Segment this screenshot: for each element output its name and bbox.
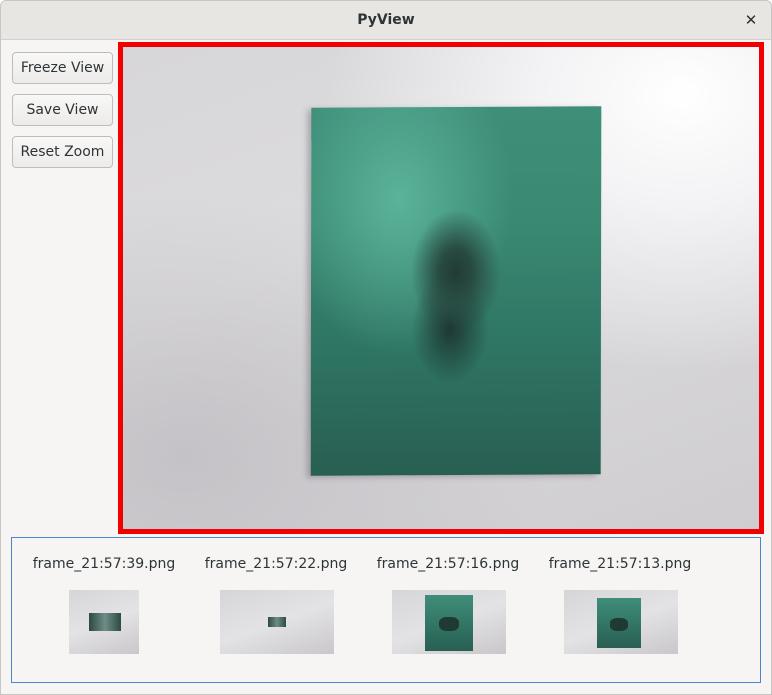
freeze-view-button[interactable]: Freeze View [12,52,113,84]
thumbnail-book [268,617,286,627]
thumbnail-item[interactable]: frame_21:57:13.png [534,538,706,682]
close-icon[interactable]: ✕ [741,10,761,30]
thumbnail-item[interactable]: frame_21:57:22.png [190,538,362,682]
thumbnail-book [597,598,641,648]
reset-zoom-button[interactable]: Reset Zoom [12,136,113,168]
thumbnail-filename: frame_21:57:16.png [376,556,520,572]
thumbnail-image [564,590,678,654]
thumbnail-image [392,590,506,654]
camera-feed-image [123,47,759,529]
thumbnail-filename: frame_21:57:13.png [548,556,692,572]
thumbnail-book [425,595,473,651]
window-title: PyView [357,12,415,28]
book-in-view [310,106,602,476]
save-view-button[interactable]: Save View [12,94,113,126]
app-window: PyView ✕ Freeze View Save View Reset Zoo… [0,0,772,695]
thumbnail-image [69,590,139,654]
thumbnail-image [220,590,334,654]
saved-frames-panel: frame_21:57:39.png frame_21:57:22.png fr… [11,537,761,683]
thumbnail-filename: frame_21:57:39.png [32,556,176,572]
camera-view[interactable] [118,42,764,534]
title-bar[interactable]: PyView ✕ [1,1,771,40]
thumbnail-filename: frame_21:57:22.png [204,556,348,572]
thumbnail-item[interactable]: frame_21:57:39.png [18,538,190,682]
thumbnail-item[interactable]: frame_21:57:16.png [362,538,534,682]
thumbnail-book [89,613,121,631]
